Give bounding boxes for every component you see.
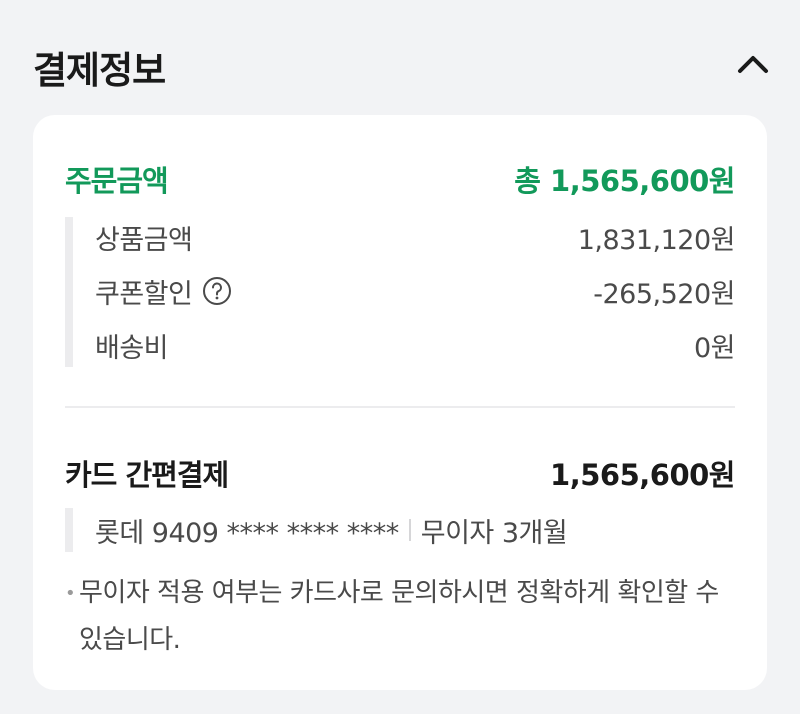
order-total-label: 주문금액 xyxy=(65,164,169,198)
shipping-fee-value: 0원 xyxy=(693,332,736,364)
product-amount-row: 상품금액 1,831,120원 xyxy=(95,217,736,257)
collapse-button[interactable] xyxy=(730,44,776,84)
shipping-fee-row: 배송비 0원 xyxy=(95,325,736,365)
order-total-row: 주문금액 총 1,565,600원 xyxy=(65,159,735,199)
payment-method-row: 카드 간편결제 1,565,600원 xyxy=(65,452,735,494)
card-number: 롯데 9409 **** **** **** xyxy=(95,517,399,549)
shipping-fee-label: 배송비 xyxy=(95,332,169,364)
bullet-icon: • xyxy=(65,583,76,604)
payment-info-card: 주문금액 총 1,565,600원 상품금액 1,831,120원 쿠폰할인 -… xyxy=(33,115,767,690)
notice-text: 무이자 적용 여부는 카드사로 문의하시면 정확하게 확인할 수 있습니다. xyxy=(79,578,719,655)
card-info: 롯데 9409 **** **** **** 무이자 3개월 xyxy=(65,508,735,552)
payment-info-header: 결제정보 xyxy=(0,0,800,114)
order-breakdown: 상품금액 1,831,120원 쿠폰할인 -265,520원 배송비 0원 xyxy=(65,217,736,367)
coupon-discount-label-group: 쿠폰할인 xyxy=(95,272,232,311)
chevron-up-icon xyxy=(738,56,768,73)
payment-method-label: 카드 간편결제 xyxy=(65,458,229,492)
installment-info: 무이자 3개월 xyxy=(420,517,568,549)
product-amount-value: 1,831,120원 xyxy=(577,224,736,256)
divider xyxy=(65,406,735,408)
section-title: 결제정보 xyxy=(33,49,166,92)
question-circle-icon[interactable] xyxy=(202,276,232,306)
payment-amount-value: 1,565,600원 xyxy=(550,458,735,492)
coupon-discount-value: -265,520원 xyxy=(593,278,735,310)
installment-notice: • 무이자 적용 여부는 카드사로 문의하시면 정확하게 확인할 수 있습니다. xyxy=(65,570,745,664)
coupon-discount-row: 쿠폰할인 -265,520원 xyxy=(95,271,735,311)
separator xyxy=(408,519,411,541)
coupon-discount-label: 쿠폰할인 xyxy=(95,278,193,310)
product-amount-label: 상품금액 xyxy=(95,224,193,256)
order-total-value: 총 1,565,600원 xyxy=(514,164,735,198)
